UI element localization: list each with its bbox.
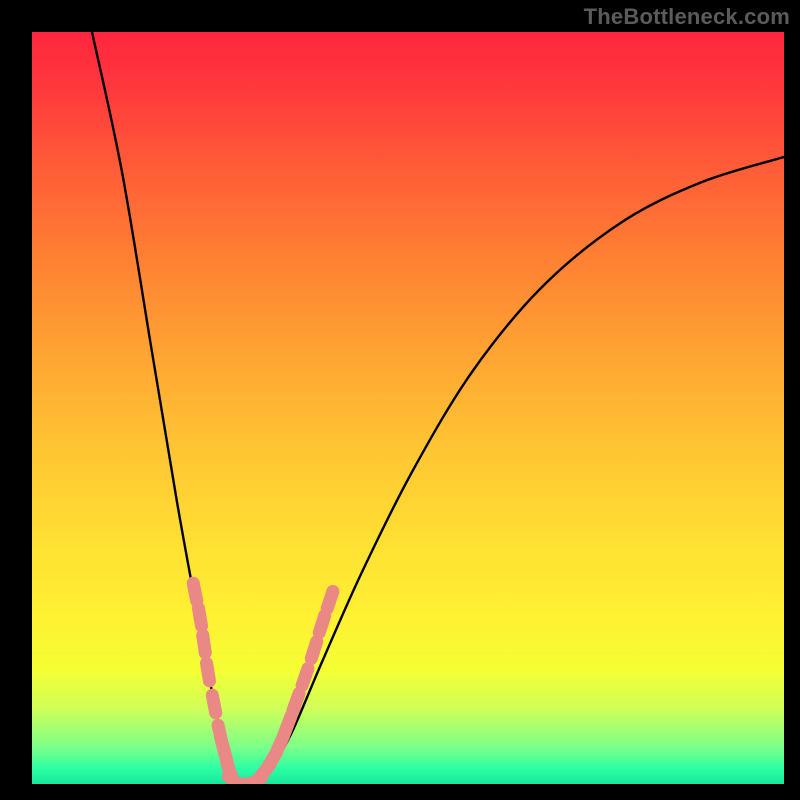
bead (203, 635, 206, 653)
bottleneck-curve (92, 32, 784, 784)
watermark-text: TheBottleneck.com (584, 4, 790, 30)
bead (193, 583, 197, 601)
bead (198, 608, 201, 626)
chart-frame: TheBottleneck.com (0, 0, 800, 800)
bead (311, 641, 316, 658)
bead (293, 694, 299, 711)
bead (327, 591, 333, 608)
bead (212, 695, 215, 713)
plot-area (32, 32, 784, 784)
bead (285, 716, 291, 733)
bead (319, 615, 324, 632)
curve-layer (32, 32, 784, 784)
bead (207, 663, 210, 681)
bead (302, 668, 308, 685)
